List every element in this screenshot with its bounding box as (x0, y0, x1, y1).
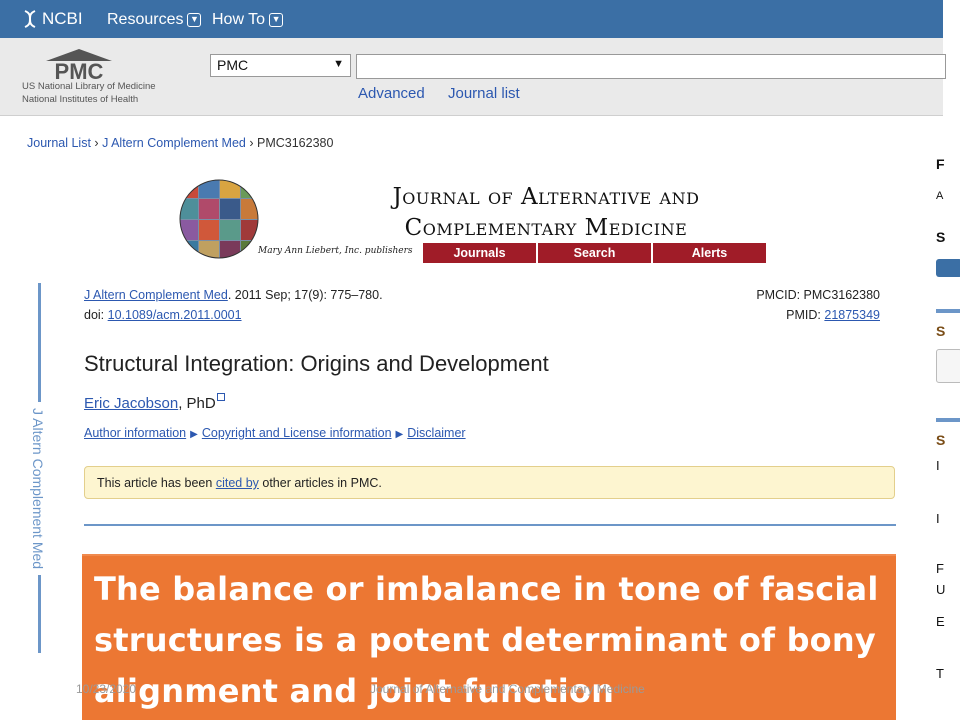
journal-banner: Journal of Alternative and Complementary… (178, 178, 770, 268)
sidebar-button[interactable] (936, 259, 960, 277)
journal-nav: Journals Search Alerts (423, 243, 766, 263)
sidebar-item[interactable]: U (936, 582, 945, 597)
journal-title-line1: Journal of Alternative and (392, 184, 700, 210)
breadcrumb-separator: › (94, 136, 103, 150)
breadcrumb-separator: › (249, 136, 257, 150)
advanced-link[interactable]: Advanced (358, 85, 425, 102)
journal-nav-alerts[interactable]: Alerts (653, 243, 766, 263)
ncbi-logo[interactable]: NCBI (22, 9, 83, 29)
pmc-logo-text: PMC (55, 59, 104, 81)
article-meta-links: Author information ▶ Copyright and License… (84, 426, 466, 440)
sidebar-heading: S (936, 323, 946, 339)
copyright-license-link[interactable]: Copyright and License information (202, 426, 392, 440)
slide-footer-date: 10/23/2020 (76, 682, 137, 696)
dropdown-arrow-icon: ▼ (333, 58, 344, 70)
pmc-logo-graphic: PMC (46, 49, 112, 84)
pmid-line: PMID: 21875349 (786, 308, 880, 322)
search-input[interactable] (356, 54, 946, 79)
sidebar-item[interactable]: I (936, 511, 940, 526)
author-link[interactable]: Eric Jacobson (84, 395, 178, 412)
doi-line: doi: 10.1089/acm.2011.0001 (84, 308, 242, 322)
sidebar-item[interactable]: I (936, 458, 940, 473)
nlm-label: US National Library of Medicine (22, 81, 156, 92)
citation-line: J Altern Complement Med. 2011 Sep; 17(9)… (84, 288, 383, 302)
journal-title: Journal of Alternative and Complementary… (336, 182, 756, 244)
sidebar-item[interactable]: T (936, 666, 944, 681)
side-journal-label: J Altern Complement Med (26, 402, 46, 576)
sidebar-item[interactable]: F (936, 561, 944, 576)
cited-prefix: This article has been (97, 476, 216, 490)
article-title: Structural Integration: Origins and Deve… (84, 351, 549, 376)
sidebar-heading: S (936, 229, 946, 245)
cited-by-notice: This article has been cited by other art… (84, 466, 895, 499)
author-credentials: , PhD (178, 395, 216, 412)
chevron-down-icon: ▼ (187, 13, 202, 27)
journal-nav-journals[interactable]: Journals (423, 243, 536, 263)
section-divider (84, 524, 896, 526)
nih-label: National Institutes of Health (22, 94, 139, 105)
disclaimer-link[interactable]: Disclaimer (407, 426, 465, 440)
sidebar-divider (936, 418, 960, 422)
breadcrumb-journal-list[interactable]: Journal List (27, 136, 91, 150)
email-icon[interactable] (216, 393, 225, 401)
breadcrumb: Journal List › J Altern Complement Med ›… (27, 136, 333, 150)
pmc-header: PMC US National Library of Medicine Nati… (0, 38, 946, 116)
cited-by-link[interactable]: cited by (216, 476, 259, 490)
doi-label: doi: (84, 308, 108, 322)
sidebar-item[interactable]: A (936, 190, 943, 202)
slide-footer-source: Journal of Alternative and Complementary… (370, 682, 645, 696)
journal-list-link[interactable]: Journal list (448, 85, 520, 102)
publisher-signature: Mary Ann Liebert, Inc. publishers (258, 246, 413, 256)
ncbi-top-bar: NCBI Resources ▼ How To ▼ (0, 0, 943, 38)
globe-icon (179, 179, 259, 259)
database-select-value: PMC (217, 57, 249, 73)
cited-suffix: other articles in PMC. (258, 476, 382, 490)
sidebar-divider (936, 309, 960, 313)
pmcid: PMCID: PMC3162380 (756, 288, 880, 302)
citation-details: . 2011 Sep; 17(9): 775–780. (227, 288, 383, 302)
pmid-link[interactable]: 21875349 (824, 308, 880, 322)
resources-menu[interactable]: Resources ▼ (107, 11, 202, 29)
pmid-label: PMID: (786, 308, 825, 322)
sidebar-heading: F (936, 156, 945, 172)
doi-link[interactable]: 10.1089/acm.2011.0001 (108, 308, 242, 322)
journal-nav-search[interactable]: Search (538, 243, 651, 263)
author-line: Eric Jacobson, PhD (84, 393, 225, 412)
citation-journal-link[interactable]: J Altern Complement Med (84, 288, 228, 302)
author-information-link[interactable]: Author information (84, 426, 186, 440)
sidebar-input[interactable] (936, 349, 960, 383)
chevron-down-icon: ▼ (269, 13, 284, 27)
sidebar-heading: S (936, 432, 946, 448)
ncbi-logo-text: NCBI (42, 9, 83, 28)
breadcrumb-journal[interactable]: J Altern Complement Med (102, 136, 246, 150)
breadcrumb-current: PMC3162380 (257, 136, 334, 150)
database-select[interactable]: PMC ▼ (210, 54, 351, 77)
triangle-right-icon: ▶ (190, 429, 198, 440)
howto-menu[interactable]: How To ▼ (212, 11, 284, 29)
right-sidebar: F A S S S I I F U E T (930, 116, 960, 720)
sidebar-item[interactable]: E (936, 614, 945, 629)
resources-label: Resources (107, 11, 184, 28)
journal-title-line2: Complementary Medicine (404, 215, 688, 241)
howto-label: How To (212, 11, 266, 28)
triangle-right-icon: ▶ (395, 429, 404, 440)
ncbi-helix-icon (24, 10, 36, 28)
